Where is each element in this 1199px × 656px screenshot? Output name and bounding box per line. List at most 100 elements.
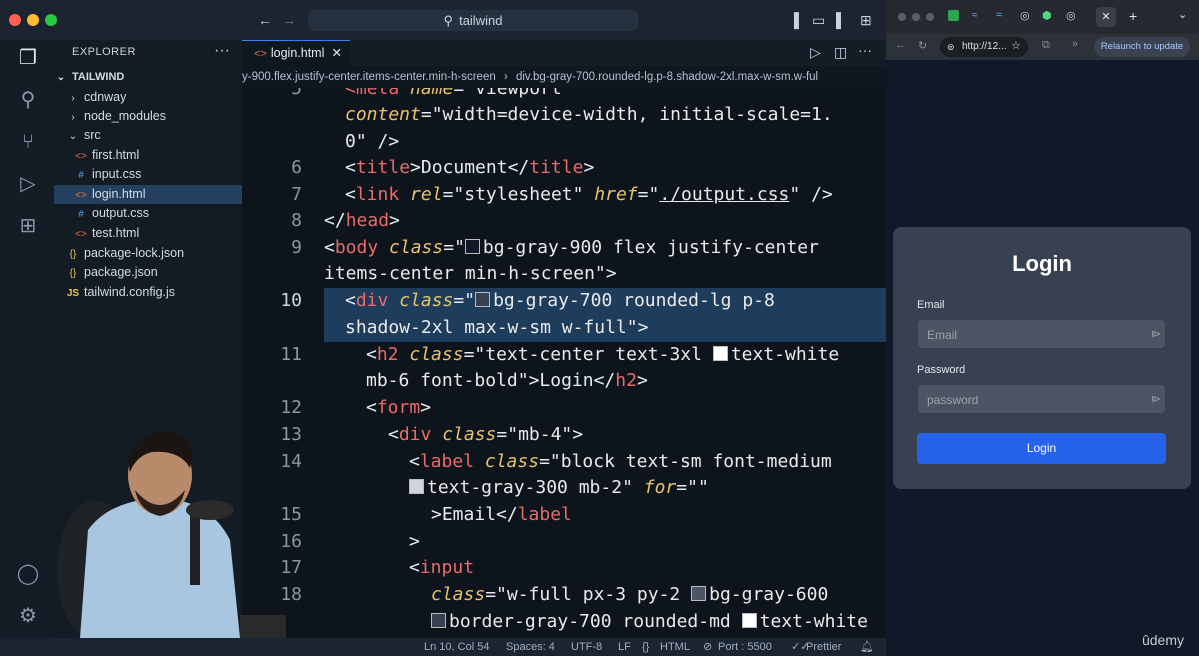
split-editor-icon[interactable]: ◫ [834, 44, 847, 61]
code-line: <div class="mb-4"> [388, 424, 584, 445]
close-window-button[interactable] [898, 13, 906, 21]
customize-layout-icon[interactable]: ⊞ [860, 12, 872, 29]
password-label: Password [917, 364, 966, 376]
bookmark-star-icon[interactable]: ☆ [1011, 39, 1021, 52]
extensions-icon[interactable]: ⊞ [16, 214, 40, 238]
node-tab-icon[interactable]: ⬢ [1042, 9, 1052, 22]
toggle-secondary-sidebar-icon[interactable]: ▌ [836, 12, 846, 28]
run-debug-icon[interactable]: ▷ [16, 172, 40, 196]
presenter-image [57, 431, 286, 638]
maximize-window-button[interactable] [45, 14, 57, 26]
back-arrow-icon[interactable]: ← [895, 39, 906, 51]
sheets-tab-icon[interactable] [948, 10, 959, 21]
close-tab-icon[interactable]: ✕ [332, 41, 342, 66]
new-tab-icon[interactable]: + [1129, 8, 1137, 24]
more-actions-icon[interactable]: ··· [858, 42, 872, 58]
live-server-port[interactable]: Port : 5500 [718, 638, 772, 656]
indentation[interactable]: Spaces: 4 [506, 638, 555, 656]
presenter-webcam [40, 420, 286, 638]
tree-item-first-html[interactable]: <> first.html [54, 146, 262, 165]
code-editor[interactable]: 5 6 7 8 9 10 11 12 13 14 15 16 17 18 <me… [242, 88, 886, 638]
close-tab-icon[interactable]: ✕ [1096, 7, 1116, 27]
search-icon[interactable]: ⚲ [16, 88, 40, 112]
browser-window: ≈ ≈ ◎ ⬢ ◎ ✕ + ⌄ ← ↻ ⊜ http://12... ☆ ⧉ »… [886, 0, 1199, 656]
source-control-icon[interactable]: ⑂ [16, 130, 40, 154]
globe-tab-icon[interactable]: ◎ [1066, 9, 1076, 22]
code-line: <h2 class="text-center text-3xl text-whi… [366, 344, 840, 365]
password-field[interactable]: password ⧐ [917, 384, 1166, 414]
close-window-button[interactable] [9, 14, 21, 26]
tree-item-node-modules[interactable]: › node_modules [54, 107, 254, 126]
code-line: shadow-2xl max-w-sm w-full"> [345, 317, 649, 338]
js-file-icon: JS [66, 288, 80, 299]
tree-item-input-css[interactable]: # input.css [54, 165, 262, 184]
autofill-key-icon[interactable]: ⧐ [1151, 320, 1161, 350]
autofill-key-icon[interactable]: ⧐ [1151, 385, 1161, 415]
minimize-window-button[interactable] [912, 13, 920, 21]
chevron-down-icon[interactable]: ⌄ [1178, 8, 1187, 21]
code-line: <meta name="viewport" [345, 88, 573, 99]
breadcrumb-div[interactable]: div.bg-gray-700.rounded-lg.p-8.shadow-2x… [516, 71, 818, 83]
tree-item-output-css[interactable]: # output.css [54, 204, 262, 223]
tab-login-html[interactable]: <> login.html ✕ [242, 40, 350, 67]
command-center[interactable]: ⚲ tailwind [308, 10, 638, 31]
tab-favicon-icon[interactable]: ≈ [972, 10, 978, 21]
language-mode[interactable]: HTML [660, 638, 690, 656]
toggle-panel-icon[interactable]: ▭ [812, 12, 825, 29]
code-line: border-gray-700 rounded-md text-white [431, 611, 868, 632]
code-line: items-center min-h-screen"> [324, 263, 617, 284]
forward-arrow-icon[interactable]: → [282, 12, 296, 28]
line-number: 9 [291, 237, 302, 258]
reload-icon[interactable]: ↻ [918, 39, 927, 52]
command-center-label: tailwind [459, 13, 503, 28]
more-extensions-icon[interactable]: » [1072, 38, 1078, 50]
maximize-window-button[interactable] [926, 13, 934, 21]
run-icon[interactable]: ▷ [810, 44, 821, 61]
chevron-down-icon: ⌄ [56, 72, 66, 83]
tree-item-src[interactable]: ⌄ src [54, 126, 254, 145]
line-number: 12 [280, 397, 302, 418]
globe-tab-icon[interactable]: ◎ [1020, 9, 1030, 22]
code-line: <label class="block text-sm font-medium [409, 451, 832, 472]
minimize-window-button[interactable] [27, 14, 39, 26]
account-icon[interactable]: ◯ [16, 562, 40, 586]
line-ending[interactable]: LF [618, 638, 631, 656]
email-field[interactable]: Email ⧐ [917, 319, 1166, 349]
code-line: <form> [366, 397, 432, 418]
breadcrumb-body[interactable]: y-900.flex.justify-center.items-center.m… [242, 71, 496, 83]
prettier-status[interactable]: Prettier [806, 638, 841, 656]
relaunch-button[interactable]: Relaunch to update [1094, 37, 1190, 57]
encoding[interactable]: UTF-8 [571, 638, 602, 656]
vscode-window: ← → ⚲ tailwind ▐ ▭ ▌ ⊞ ❐ ⚲ ⑂ ▷ ⊞ ◯ ⚙ EXP… [0, 0, 886, 656]
chevron-right-icon: › [71, 93, 75, 104]
settings-gear-icon[interactable]: ⚙ [16, 604, 40, 628]
status-bar: Ln 10, Col 54 Spaces: 4 UTF-8 LF {} HTML… [0, 638, 886, 656]
root-folder[interactable]: ⌄ TAILWIND [54, 68, 242, 87]
notifications-bell-icon[interactable]: 🔔︎ [860, 638, 874, 656]
back-arrow-icon[interactable]: ← [258, 12, 272, 28]
tree-item-tailwind-config[interactable]: JS tailwind.config.js [54, 283, 254, 302]
html-file-icon: <> [254, 48, 267, 60]
tree-item-test-html[interactable]: <> test.html [54, 224, 262, 243]
more-actions-icon[interactable]: ··· [214, 42, 230, 60]
braces-icon: {} [642, 641, 650, 653]
extensions-icon[interactable]: ⧉ [1042, 39, 1050, 52]
tree-item-login-html[interactable]: <> login.html [54, 185, 262, 204]
code-line: mb-6 font-bold">Login</h2> [366, 370, 648, 391]
tailwind-tab-icon[interactable]: ≈ [996, 9, 1002, 21]
css-file-icon: # [78, 209, 84, 220]
code-line: <input [409, 557, 475, 578]
explorer-icon[interactable]: ❐ [16, 46, 40, 70]
tree-item-package-json[interactable]: {} package.json [54, 263, 254, 282]
chevron-right-icon: › [71, 112, 75, 123]
line-number: 6 [291, 157, 302, 178]
tree-item-package-lock-json[interactable]: {} package-lock.json [54, 244, 254, 263]
html-file-icon: <> [75, 229, 87, 240]
toggle-sidebar-icon[interactable]: ▐ [789, 12, 799, 28]
editor-tabs: <> login.html ✕ ▷ ◫ ··· [242, 40, 886, 67]
code-line: </head> [324, 210, 400, 231]
tree-item-cdnway[interactable]: › cdnway [54, 88, 254, 107]
browser-tab-strip: ≈ ≈ ◎ ⬢ ◎ ✕ + ⌄ [886, 0, 1199, 34]
login-button[interactable]: Login [917, 433, 1166, 464]
cursor-position[interactable]: Ln 10, Col 54 [424, 638, 489, 656]
